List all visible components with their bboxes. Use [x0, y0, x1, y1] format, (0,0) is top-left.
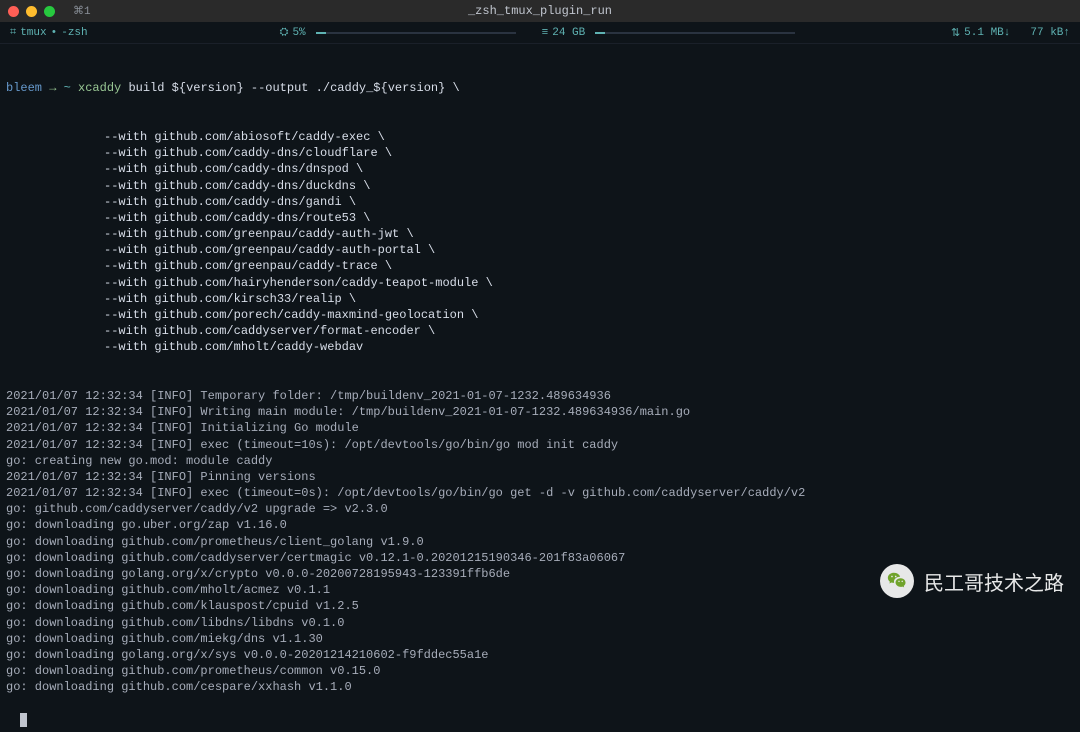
terminal-output-line: go: downloading github.com/prometheus/co… — [6, 663, 1074, 679]
terminal-output-line: go: downloading github.com/miekg/dns v1.… — [6, 631, 1074, 647]
titlebar-shortcut-label: ⌘1 — [73, 4, 91, 18]
window-titlebar: ⌘1 _zsh_tmux_plugin_run — [0, 0, 1080, 22]
tmux-session-name: tmux — [20, 27, 46, 39]
cpu-bar — [316, 32, 516, 34]
minimize-window-button[interactable] — [26, 6, 37, 17]
memory-icon: ≡ — [542, 27, 549, 39]
terminal-output-line: go: downloading github.com/klauspost/cpu… — [6, 598, 1074, 614]
watermark: 民工哥技术之路 — [880, 564, 1064, 598]
tmux-window-sep: • — [51, 27, 58, 39]
command-continuation-line: --with github.com/hairyhenderson/caddy-t… — [6, 275, 1074, 291]
command-continuation-line: --with github.com/porech/caddy-maxmind-g… — [6, 307, 1074, 323]
command-continuation-line: --with github.com/greenpau/caddy-trace \ — [6, 258, 1074, 274]
cpu-percent: 5% — [292, 27, 305, 39]
terminal-viewport[interactable]: bleem → ~ xcaddy build ${version} --outp… — [0, 44, 1080, 732]
terminal-output-line: go: downloading github.com/libdns/libdns… — [6, 615, 1074, 631]
tmux-process-name: -zsh — [61, 27, 87, 39]
command-continuation-line: --with github.com/caddy-dns/duckdns \ — [6, 178, 1074, 194]
command-continuation-line: --with github.com/mholt/caddy-webdav — [6, 339, 1074, 355]
terminal-output-line: go: github.com/caddyserver/caddy/v2 upgr… — [6, 501, 1074, 517]
wechat-icon — [880, 564, 914, 598]
network-up: 77 kB↑ — [1030, 27, 1070, 39]
terminal-output-line: go: downloading go.uber.org/zap v1.16.0 — [6, 517, 1074, 533]
command-continuation-line: --with github.com/greenpau/caddy-auth-po… — [6, 242, 1074, 258]
terminal-output-line: 2021/01/07 12:32:34 [INFO] Initializing … — [6, 420, 1074, 436]
memory-value: 24 GB — [552, 27, 585, 39]
maximize-window-button[interactable] — [44, 6, 55, 17]
prompt-arrow-icon: → — [49, 81, 56, 95]
tmux-session-icon: ⌗ — [10, 27, 16, 39]
window-title: _zsh_tmux_plugin_run — [468, 4, 612, 18]
traffic-lights — [8, 6, 55, 17]
terminal-output-line: go: creating new go.mod: module caddy — [6, 453, 1074, 469]
command-continuation-line: --with github.com/caddy-dns/cloudflare \ — [6, 145, 1074, 161]
terminal-output-line: 2021/01/07 12:32:34 [INFO] exec (timeout… — [6, 437, 1074, 453]
command-continuation-line: --with github.com/caddyserver/format-enc… — [6, 323, 1074, 339]
prompt-cwd: ~ — [64, 81, 71, 95]
network-up-status: 77 kB↑ — [1030, 26, 1070, 40]
command-continuation-line: --with github.com/greenpau/caddy-auth-jw… — [6, 226, 1074, 242]
terminal-output-line: 2021/01/07 12:32:34 [INFO] Temporary fol… — [6, 388, 1074, 404]
prompt-user: bleem — [6, 81, 42, 95]
terminal-output-line: go: downloading github.com/cespare/xxhas… — [6, 679, 1074, 695]
memory-bar — [595, 32, 795, 34]
terminal-cursor — [20, 713, 27, 727]
network-icon: ⇅ — [951, 26, 960, 40]
memory-status: ≡ 24 GB — [542, 27, 796, 39]
tmux-session-tab[interactable]: ⌗ tmux • -zsh — [10, 27, 88, 39]
command-continuation-line: --with github.com/caddy-dns/route53 \ — [6, 210, 1074, 226]
network-down: 5.1 MB↓ — [964, 27, 1010, 39]
command-continuation-line: --with github.com/kirsch33/realip \ — [6, 291, 1074, 307]
terminal-output-line: 2021/01/07 12:32:34 [INFO] Pinning versi… — [6, 469, 1074, 485]
tmux-statusbar: ⌗ tmux • -zsh ⛭ 5% ≡ 24 GB ⇅ 5.1 MB↓ 77 … — [0, 22, 1080, 44]
command-continuation-line: --with github.com/abiosoft/caddy-exec \ — [6, 129, 1074, 145]
command-args: build ${version} --output ./caddy_${vers… — [128, 81, 459, 95]
terminal-output-line: go: downloading github.com/prometheus/cl… — [6, 534, 1074, 550]
network-status: ⇅ 5.1 MB↓ — [951, 26, 1010, 40]
close-window-button[interactable] — [8, 6, 19, 17]
cpu-status: ⛭ 5% — [280, 27, 516, 39]
watermark-text: 民工哥技术之路 — [924, 567, 1064, 596]
command-continuation-line: --with github.com/caddy-dns/gandi \ — [6, 194, 1074, 210]
command-name: xcaddy — [78, 81, 121, 95]
cpu-icon: ⛭ — [280, 27, 289, 39]
terminal-output-line: 2021/01/07 12:32:34 [INFO] exec (timeout… — [6, 485, 1074, 501]
terminal-output-line: 2021/01/07 12:32:34 [INFO] Writing main … — [6, 404, 1074, 420]
terminal-output-line: go: downloading golang.org/x/sys v0.0.0-… — [6, 647, 1074, 663]
prompt-line: bleem → ~ xcaddy build ${version} --outp… — [6, 80, 1074, 96]
command-continuation-line: --with github.com/caddy-dns/dnspod \ — [6, 161, 1074, 177]
